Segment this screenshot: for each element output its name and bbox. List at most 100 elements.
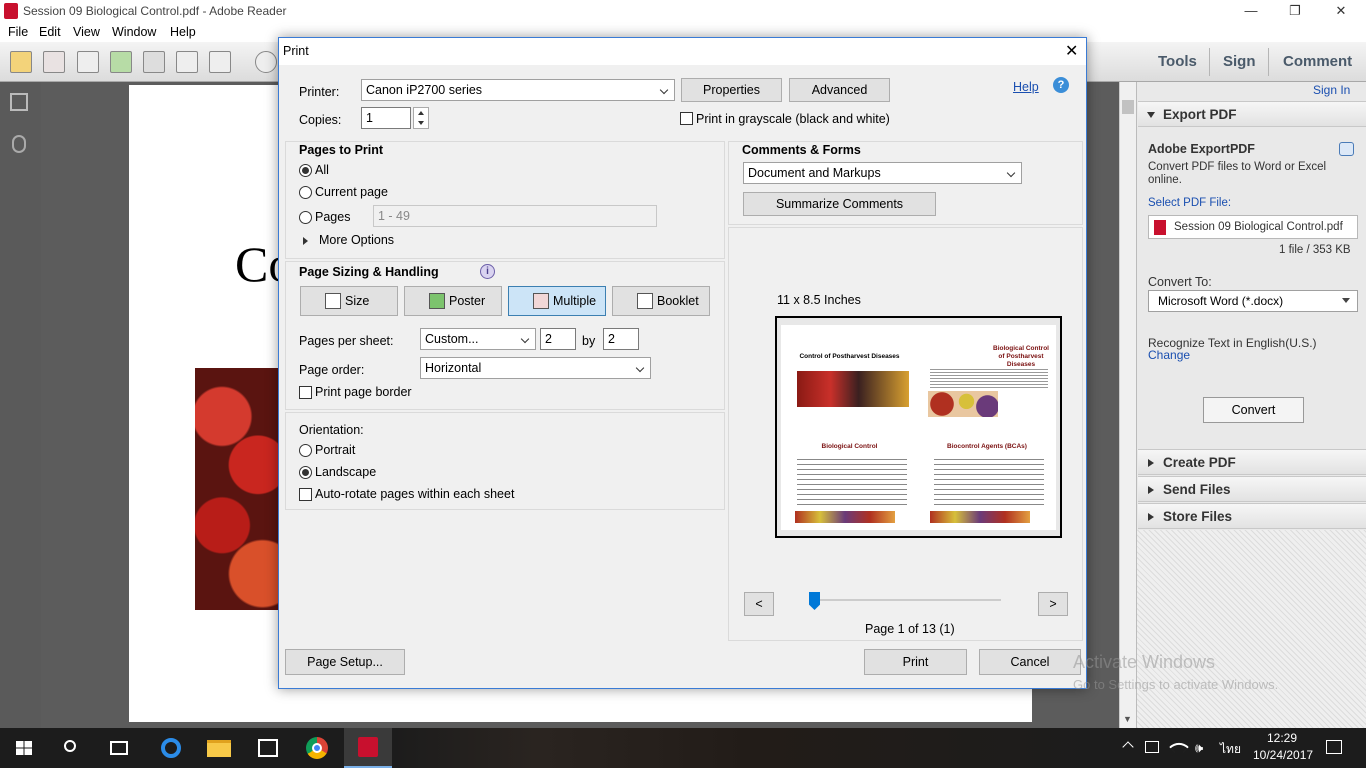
- store-icon[interactable]: [258, 739, 278, 757]
- page-order-select[interactable]: Horizontal: [420, 357, 651, 379]
- vertical-scrollbar[interactable]: ▼: [1119, 82, 1136, 728]
- chrome-icon[interactable]: [306, 737, 328, 759]
- tools-pane: Export PDF Adobe ExportPDF Convert PDF f…: [1136, 82, 1366, 728]
- upload-icon[interactable]: [110, 51, 132, 73]
- close-icon[interactable]: ✕: [1318, 0, 1364, 22]
- printer-select[interactable]: Canon iP2700 series: [361, 79, 675, 101]
- file-explorer-icon[interactable]: [207, 740, 231, 757]
- more-options-label[interactable]: More Options: [319, 233, 394, 247]
- summarize-comments-button[interactable]: Summarize Comments: [743, 192, 936, 216]
- convert-button[interactable]: Convert: [1203, 397, 1304, 423]
- store-files-title: Store Files: [1163, 509, 1233, 524]
- print-button[interactable]: Print: [864, 649, 967, 675]
- booklet-mode-button[interactable]: Booklet: [612, 286, 710, 316]
- clock-date[interactable]: 10/24/2017: [1253, 748, 1313, 762]
- menu-edit[interactable]: Edit: [39, 25, 61, 39]
- advanced-button[interactable]: Advanced: [789, 78, 890, 102]
- page-border-checkbox[interactable]: [299, 386, 312, 399]
- save-icon[interactable]: [143, 51, 165, 73]
- landscape-label: Landscape: [315, 465, 377, 479]
- restore-icon[interactable]: ❐: [1272, 0, 1318, 22]
- export-pdf-header[interactable]: Export PDF: [1138, 101, 1366, 127]
- help-link[interactable]: Help: [1013, 80, 1039, 94]
- volume-icon[interactable]: 🕪: [1195, 740, 1203, 756]
- service-options-icon[interactable]: [1339, 142, 1354, 156]
- notifications-icon[interactable]: [1326, 740, 1342, 754]
- help-icon[interactable]: ?: [1053, 77, 1069, 93]
- scroll-down-icon[interactable]: ▼: [1123, 714, 1132, 724]
- search-icon[interactable]: [64, 740, 76, 752]
- copies-input[interactable]: 1: [361, 107, 411, 129]
- pages-per-sheet-select[interactable]: Custom...: [420, 328, 536, 350]
- scroll-thumb[interactable]: [1122, 100, 1134, 114]
- spin-down-icon[interactable]: [418, 121, 424, 125]
- pages-range-radio[interactable]: [299, 211, 312, 224]
- edit-icon[interactable]: [77, 51, 99, 73]
- attachments-icon[interactable]: [12, 135, 26, 153]
- current-page-radio[interactable]: [299, 186, 312, 199]
- next-page-button[interactable]: >: [1038, 592, 1068, 616]
- chrome-center: [312, 743, 322, 753]
- tab-divider: [1209, 48, 1210, 76]
- rows-input[interactable]: 2: [603, 328, 639, 350]
- menu-help[interactable]: Help: [170, 25, 196, 39]
- page-border-label: Print page border: [315, 385, 412, 399]
- comments-forms-value: Document and Markups: [748, 166, 881, 180]
- grayscale-checkbox[interactable]: [680, 112, 693, 125]
- page-setup-button[interactable]: Page Setup...: [285, 649, 405, 675]
- info-icon[interactable]: i: [480, 264, 495, 279]
- wifi-icon[interactable]: [1169, 737, 1189, 757]
- dialog-close-icon[interactable]: ✕: [1065, 41, 1078, 61]
- clock-time[interactable]: 12:29: [1267, 731, 1297, 745]
- pages-panel-icon[interactable]: [10, 93, 28, 111]
- comments-forms-select[interactable]: Document and Markups: [743, 162, 1022, 184]
- minimize-icon[interactable]: —: [1228, 0, 1274, 22]
- menu-view[interactable]: View: [73, 25, 100, 39]
- page-range-input[interactable]: 1 - 49: [373, 205, 657, 227]
- language-indicator[interactable]: ไทย: [1220, 740, 1241, 759]
- page-slider-track[interactable]: [813, 599, 1001, 601]
- more-options-icon[interactable]: [303, 237, 308, 245]
- network-icon[interactable]: [1145, 741, 1159, 753]
- change-link[interactable]: Change: [1148, 348, 1190, 362]
- previous-page-button[interactable]: <: [744, 592, 774, 616]
- comment-tab[interactable]: Comment: [1283, 53, 1352, 70]
- email-icon[interactable]: [209, 51, 231, 73]
- adobe-reader-task[interactable]: [344, 728, 392, 768]
- auto-rotate-label: Auto-rotate pages within each sheet: [315, 487, 515, 501]
- start-icon[interactable]: [16, 741, 32, 755]
- print-icon[interactable]: [176, 51, 198, 73]
- send-files-section[interactable]: Send Files: [1138, 476, 1366, 502]
- slide-3: Biological Control: [783, 429, 916, 529]
- selected-file[interactable]: Session 09 Biological Control.pdf: [1148, 215, 1358, 239]
- columns-input[interactable]: 2: [540, 328, 576, 350]
- properties-button[interactable]: Properties: [681, 78, 782, 102]
- edge-icon[interactable]: [161, 738, 181, 758]
- convert-format-select[interactable]: Microsoft Word (*.docx): [1148, 290, 1358, 312]
- pdf-file-icon: [1154, 220, 1166, 235]
- acrobat-pdf-icon[interactable]: [43, 51, 65, 73]
- copies-spinner[interactable]: [413, 107, 429, 129]
- create-pdf-icon[interactable]: [10, 51, 32, 73]
- auto-rotate-checkbox[interactable]: [299, 488, 312, 501]
- pages-all-radio[interactable]: [299, 164, 312, 177]
- cancel-button[interactable]: Cancel: [979, 649, 1081, 675]
- spin-up-icon[interactable]: [418, 111, 424, 115]
- menu-window[interactable]: Window: [112, 25, 156, 39]
- sign-tab[interactable]: Sign: [1223, 53, 1256, 70]
- store-files-section[interactable]: Store Files: [1138, 503, 1366, 529]
- sign-in-link[interactable]: Sign In: [1313, 83, 1350, 97]
- send-files-title: Send Files: [1163, 482, 1231, 497]
- tray-chevron-icon[interactable]: [1122, 741, 1134, 753]
- landscape-radio[interactable]: [299, 466, 312, 479]
- menu-file[interactable]: File: [8, 25, 28, 39]
- portrait-radio[interactable]: [299, 444, 312, 457]
- poster-mode-button[interactable]: Poster: [404, 286, 502, 316]
- create-pdf-section[interactable]: Create PDF: [1138, 449, 1366, 475]
- task-view-icon[interactable]: [110, 741, 128, 755]
- tools-tab[interactable]: Tools: [1158, 53, 1197, 70]
- page-up-icon[interactable]: [255, 51, 277, 73]
- size-mode-button[interactable]: Size: [300, 286, 398, 316]
- multiple-mode-button[interactable]: Multiple: [508, 286, 606, 316]
- service-description: Convert PDF files to Word or Excel onlin…: [1148, 161, 1327, 186]
